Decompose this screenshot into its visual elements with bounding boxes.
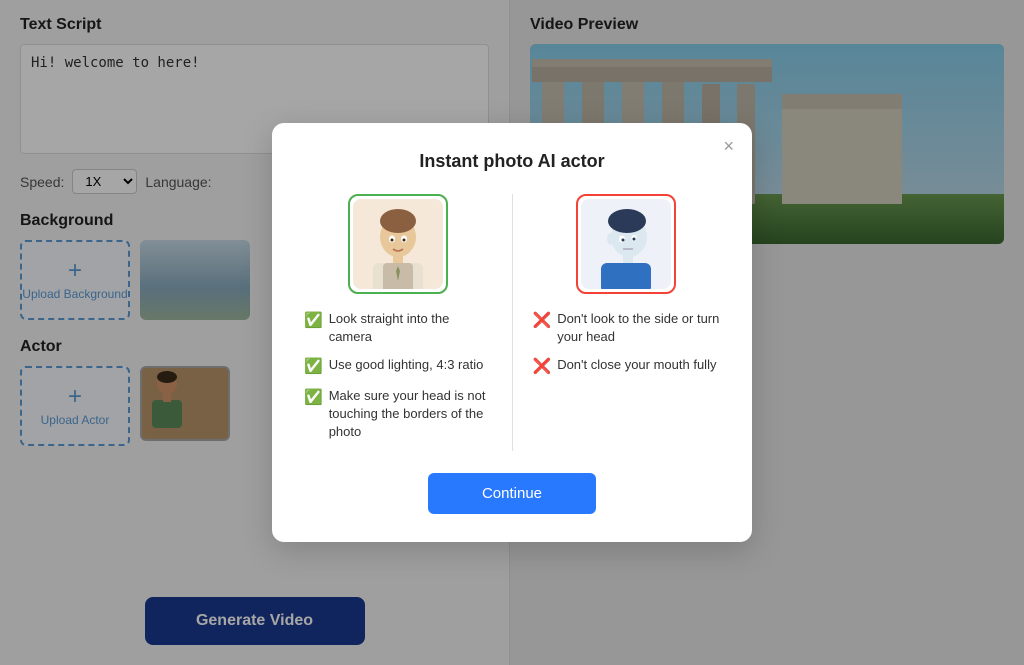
good-avatar-svg bbox=[353, 199, 443, 289]
check-icon-3: ✅ bbox=[304, 387, 323, 408]
bad-text-1: Don't look to the side or turn your head bbox=[557, 310, 720, 346]
bad-text-2: Don't close your mouth fully bbox=[557, 356, 716, 374]
modal-overlay: Instant photo AI actor × bbox=[0, 0, 1024, 665]
continue-btn-wrap: Continue bbox=[304, 473, 720, 514]
modal-left: ✅ Look straight into the camera ✅ Use go… bbox=[304, 194, 513, 452]
modal-dialog: Instant photo AI actor × bbox=[272, 123, 752, 543]
cross-icon-1: ❌ bbox=[533, 310, 552, 331]
bad-item-1: ❌ Don't look to the side or turn your he… bbox=[533, 310, 721, 346]
good-photo-example bbox=[348, 194, 448, 294]
check-icon-1: ✅ bbox=[304, 310, 323, 331]
modal-title: Instant photo AI actor bbox=[304, 151, 720, 172]
check-item-3: ✅ Make sure your head is not touching th… bbox=[304, 387, 492, 442]
check-text-2: Use good lighting, 4:3 ratio bbox=[329, 356, 484, 374]
check-item-2: ✅ Use good lighting, 4:3 ratio bbox=[304, 356, 492, 377]
modal-close-button[interactable]: × bbox=[723, 137, 734, 155]
modal-right: ❌ Don't look to the side or turn your he… bbox=[513, 194, 721, 452]
cross-icon-2: ❌ bbox=[533, 356, 552, 377]
check-text-3: Make sure your head is not touching the … bbox=[329, 387, 492, 442]
check-item-1: ✅ Look straight into the camera bbox=[304, 310, 492, 346]
bad-photo-example bbox=[576, 194, 676, 294]
check-text-1: Look straight into the camera bbox=[329, 310, 492, 346]
bad-item-2: ❌ Don't close your mouth fully bbox=[533, 356, 721, 377]
bad-avatar-svg bbox=[581, 199, 671, 289]
check-icon-2: ✅ bbox=[304, 356, 323, 377]
modal-content: ✅ Look straight into the camera ✅ Use go… bbox=[304, 194, 720, 452]
continue-button[interactable]: Continue bbox=[428, 473, 596, 514]
